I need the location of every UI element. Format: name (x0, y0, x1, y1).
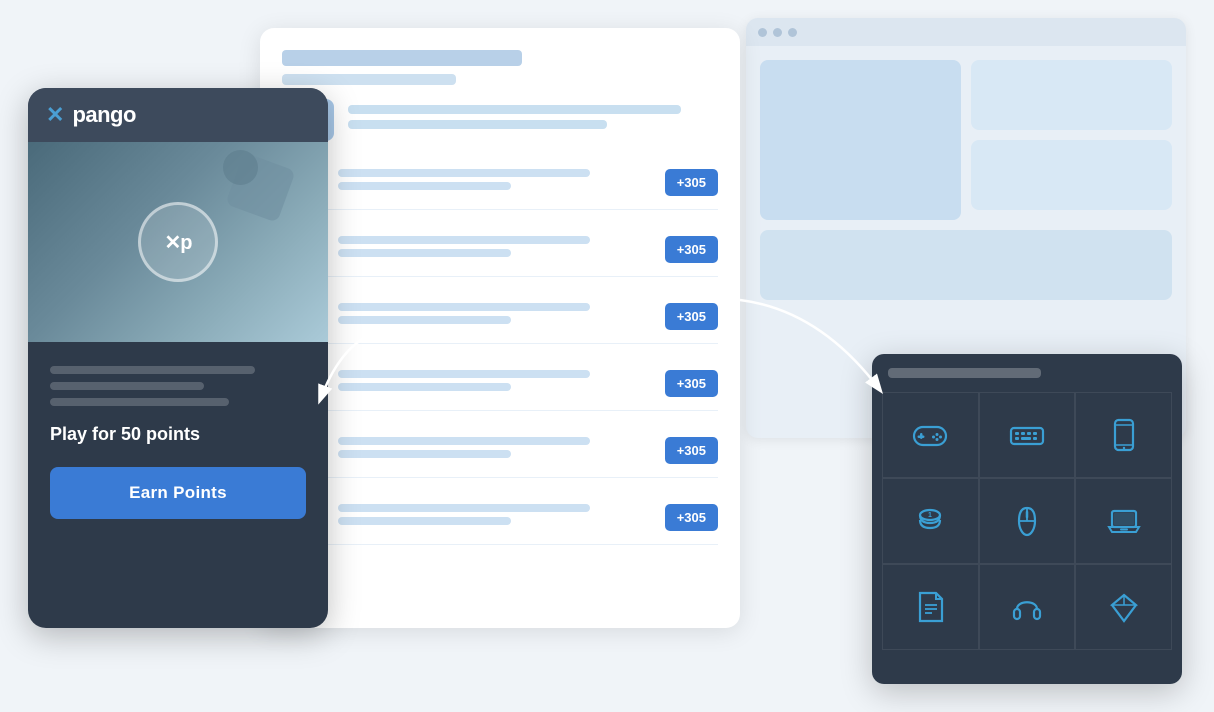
phone-header: ✕ pango (28, 88, 328, 142)
row-lines (338, 303, 653, 329)
document-icon (910, 587, 950, 627)
row-lines (338, 169, 653, 195)
laptop-icon-cell[interactable] (1075, 478, 1172, 564)
row-badge: +305 (665, 236, 718, 263)
list-row[interactable]: +305 (282, 490, 718, 545)
phone-scene: ✕p (28, 142, 328, 342)
gem-icon-cell[interactable] (1075, 564, 1172, 650)
row-badge: +305 (665, 303, 718, 330)
svg-text:1: 1 (928, 512, 932, 519)
headphones-icon (1007, 587, 1047, 627)
phone-icon (1104, 415, 1144, 455)
mouse-icon (1007, 501, 1047, 541)
list-top-item (282, 99, 718, 141)
rp-block-wide (760, 230, 1172, 300)
list-top-lines (348, 105, 718, 135)
list-row[interactable]: +305 (282, 423, 718, 478)
icons-card-header (872, 354, 1182, 388)
rp-dot-3 (788, 28, 797, 37)
gem-icon (1104, 587, 1144, 627)
keyboard-icon (1007, 415, 1047, 455)
row-badge: +305 (665, 504, 718, 531)
laptop-icon (1104, 501, 1144, 541)
list-header-bar2 (282, 74, 456, 85)
logo-x: ✕ (46, 102, 64, 128)
list-header (260, 28, 740, 99)
rp-block-short-top (971, 60, 1172, 130)
list-row[interactable]: +305 (282, 222, 718, 277)
play-text: Play for 50 points (50, 424, 306, 445)
coins-icon: 1 (910, 501, 950, 541)
list-rows: +305 +305 +305 +305 (260, 155, 740, 545)
row-lines (338, 370, 653, 396)
phone-content: Play for 50 points Earn Points (28, 342, 328, 537)
icons-header-bar (888, 368, 1041, 378)
mouse-icon-cell[interactable] (979, 478, 1076, 564)
row-badge: +305 (665, 169, 718, 196)
row-lines (338, 437, 653, 463)
document-icon-cell[interactable] (882, 564, 979, 650)
list-row[interactable]: +305 (282, 289, 718, 344)
row-lines (338, 504, 653, 530)
earn-points-button[interactable]: Earn Points (50, 467, 306, 519)
rp-block-short-bottom (971, 140, 1172, 210)
xp-circle: ✕p (138, 202, 218, 282)
phone-card: ✕ pango ✕p Play for 50 points Earn Point… (28, 88, 328, 628)
list-row[interactable]: +305 (282, 155, 718, 210)
rp-dot-1 (758, 28, 767, 37)
phone-lines (50, 366, 306, 406)
rp-dot-2 (773, 28, 782, 37)
mobile-icon-cell[interactable] (1075, 392, 1172, 478)
gamepad-icon-cell[interactable] (882, 392, 979, 478)
phone-line-1 (50, 366, 255, 374)
row-badge: +305 (665, 370, 718, 397)
scene-shape-circle (223, 150, 258, 185)
list-top-line-1 (348, 105, 681, 114)
list-header-bar1 (282, 50, 522, 66)
rp-block-tall-left (760, 60, 961, 220)
list-card: +305 +305 +305 +305 (260, 28, 740, 628)
headphones-icon-cell[interactable] (979, 564, 1076, 650)
right-panel-body (746, 46, 1186, 314)
icons-card: 1 (872, 354, 1182, 684)
icons-grid: 1 (872, 388, 1182, 660)
phone-line-2 (50, 382, 204, 390)
list-top-line-2 (348, 120, 607, 129)
phone-line-3 (50, 398, 229, 406)
logo-text: pango (72, 102, 136, 128)
keyboard-icon-cell[interactable] (979, 392, 1076, 478)
row-lines (338, 236, 653, 262)
list-row[interactable]: +305 (282, 356, 718, 411)
xp-label: ✕p (165, 230, 192, 255)
coins-icon-cell[interactable]: 1 (882, 478, 979, 564)
gamepad-icon (910, 415, 950, 455)
right-panel-toolbar (746, 18, 1186, 46)
row-badge: +305 (665, 437, 718, 464)
